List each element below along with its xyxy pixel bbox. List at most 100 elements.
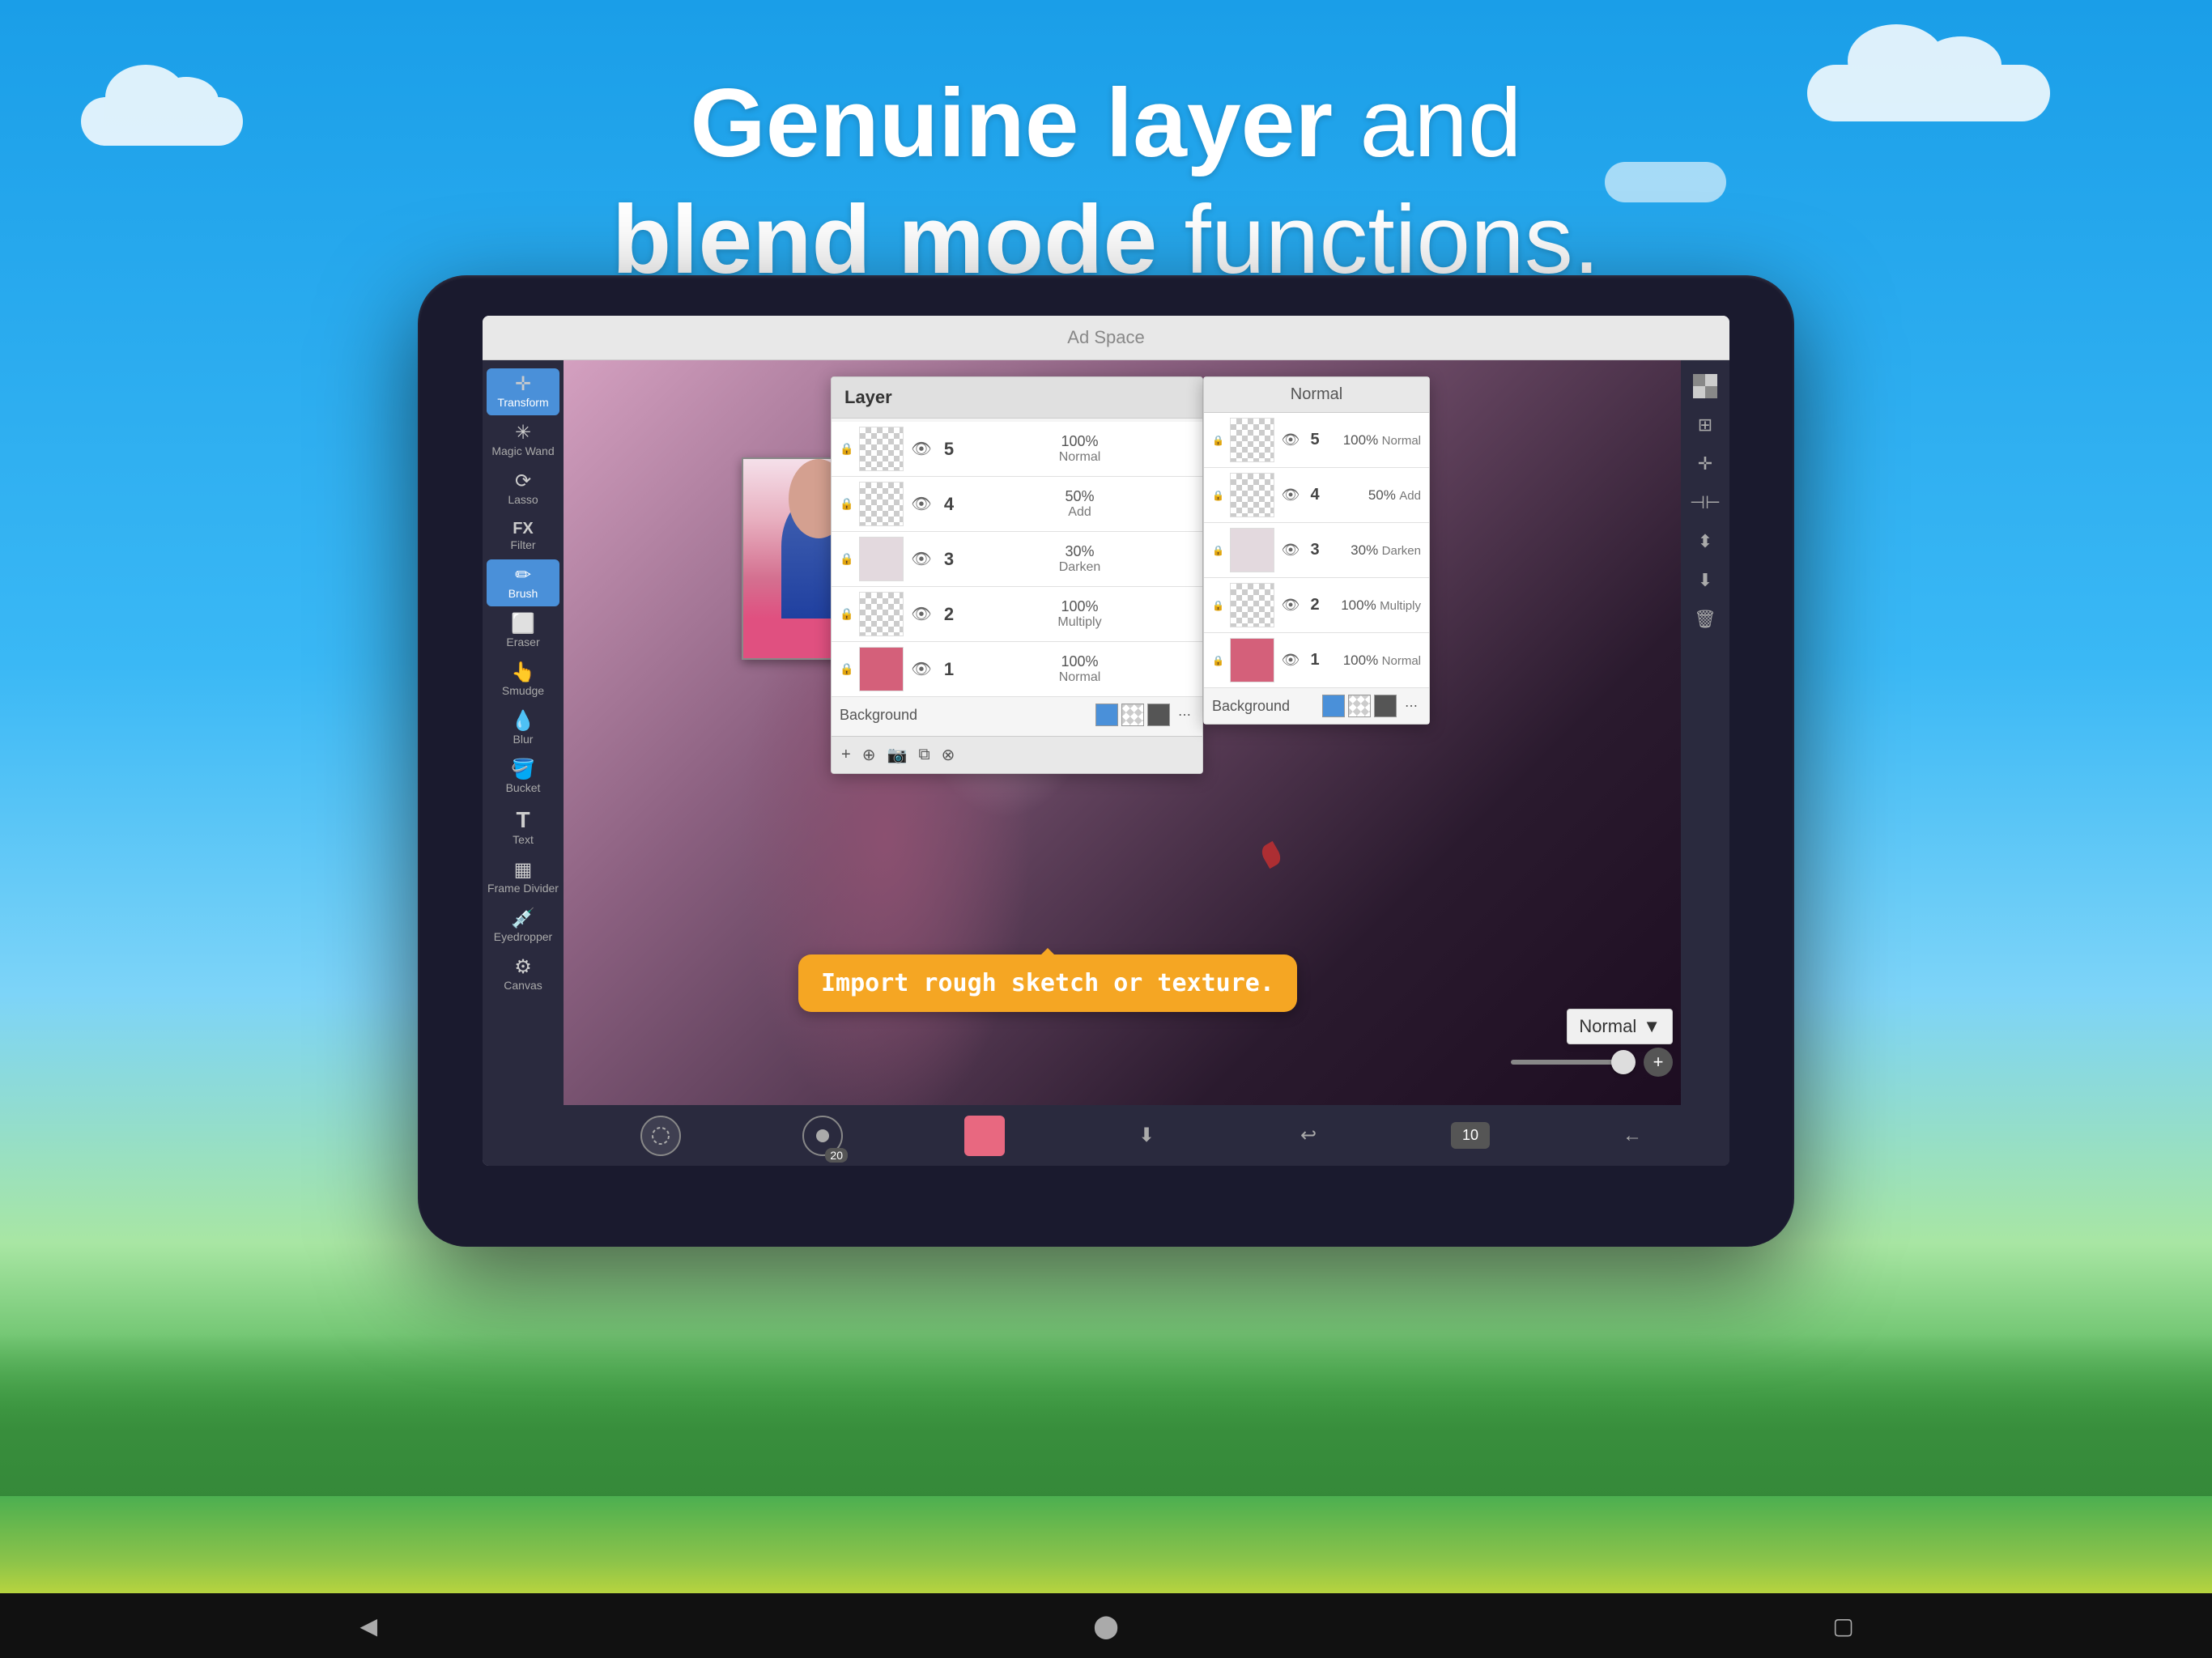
- tool-brush[interactable]: ✏ Brush: [487, 559, 559, 606]
- layer-4-eye-icon[interactable]: 👁: [910, 494, 933, 514]
- android-recent-button[interactable]: ▢: [1819, 1601, 1868, 1650]
- blend-layer-3[interactable]: 🔒 👁 3 30% Darken: [1204, 523, 1429, 578]
- color-swatch[interactable]: [964, 1116, 1005, 1156]
- flip-v-icon: ⬍: [1698, 531, 1712, 552]
- blend-4-eye-icon[interactable]: 👁: [1281, 487, 1300, 504]
- color-picker[interactable]: [962, 1113, 1007, 1158]
- tool-lasso[interactable]: ⟳ Lasso: [487, 466, 559, 512]
- layer-2-eye-icon[interactable]: 👁: [910, 604, 933, 624]
- blend-bg-box-blue[interactable]: [1322, 695, 1345, 717]
- layer-1-info: 100% Normal: [965, 653, 1194, 685]
- tool-frame-divider[interactable]: ▦ Frame Divider: [487, 854, 559, 901]
- bg-box-blue[interactable]: [1095, 704, 1118, 726]
- flip-v-tool[interactable]: ⬍: [1685, 524, 1725, 559]
- tool-eraser[interactable]: ⬜ Eraser: [487, 608, 559, 655]
- tool-smudge-label: Smudge: [502, 684, 544, 697]
- canvas-drawing-area[interactable]: Layer 🔒 👁 5 100% Normal: [564, 360, 1729, 1166]
- move-down-tool[interactable]: ⬇: [1685, 563, 1725, 598]
- layer-1-eye-icon[interactable]: 👁: [910, 659, 933, 679]
- layer-item-3[interactable]: 🔒 👁 3 30% Darken: [832, 532, 1202, 587]
- merge-layer-icon[interactable]: ⧉: [918, 746, 929, 764]
- transform-all-tool[interactable]: ✛: [1685, 446, 1725, 482]
- blend-5-lock-icon: 🔒: [1212, 435, 1223, 446]
- layer-5-eye-icon[interactable]: 👁: [910, 439, 933, 459]
- brush-selector[interactable]: [638, 1113, 683, 1158]
- opacity-slider[interactable]: +: [1511, 1048, 1673, 1077]
- bg-box-dark[interactable]: [1147, 704, 1170, 726]
- tool-magic-wand[interactable]: ✳ Magic Wand: [487, 417, 559, 464]
- blend-layer-4[interactable]: 🔒 👁 4 50% Add: [1204, 468, 1429, 523]
- checker-icon: [1693, 374, 1717, 398]
- blend-bg-box-dark[interactable]: [1374, 695, 1397, 717]
- eyedropper-icon: 💉: [511, 909, 535, 929]
- slider-thumb[interactable]: [1611, 1050, 1636, 1074]
- tool-transform[interactable]: ✛ Transform: [487, 368, 559, 415]
- blend-layer-1[interactable]: 🔒 👁 1 100% Normal: [1204, 633, 1429, 688]
- blend-1-eye-icon[interactable]: 👁: [1281, 652, 1300, 669]
- checker-tool[interactable]: [1685, 368, 1725, 404]
- tool-bucket[interactable]: 🪣 Bucket: [487, 754, 559, 801]
- blend-5-info: 100% Normal: [1329, 432, 1421, 449]
- page-number-button[interactable]: 10: [1448, 1113, 1493, 1158]
- android-back-button[interactable]: ◀: [344, 1601, 393, 1650]
- left-toolbar: ✛ Transform ✳ Magic Wand ⟳ Lasso FX Filt…: [483, 360, 564, 1166]
- tool-filter[interactable]: FX Filter: [487, 514, 559, 558]
- layer-item-5[interactable]: 🔒 👁 5 100% Normal: [832, 422, 1202, 477]
- layer-panel[interactable]: Layer 🔒 👁 5 100% Normal: [831, 376, 1203, 774]
- tool-canvas[interactable]: ⚙ Canvas: [487, 951, 559, 998]
- undo-button[interactable]: ↩: [1286, 1113, 1331, 1158]
- tool-eyedropper[interactable]: 💉 Eyedropper: [487, 903, 559, 950]
- layer-item-4[interactable]: 🔒 👁 4 50% Add: [832, 477, 1202, 532]
- blend-2-eye-icon[interactable]: 👁: [1281, 597, 1300, 614]
- bg-box-checker[interactable]: [1121, 704, 1144, 726]
- blend-5-eye-icon[interactable]: 👁: [1281, 432, 1300, 449]
- layer-2-blend: Multiply: [965, 615, 1194, 630]
- blend-layer-2[interactable]: 🔒 👁 2 100% Multiply: [1204, 578, 1429, 633]
- layer-4-opacity: 50%: [965, 488, 1194, 505]
- layer-2-number: 2: [939, 604, 959, 625]
- normal-dropdown[interactable]: Normal ▼: [1567, 1009, 1673, 1044]
- tool-text[interactable]: T Text: [487, 802, 559, 852]
- blend-4-number: 4: [1307, 486, 1323, 504]
- copy-move-tool[interactable]: ⊞: [1685, 407, 1725, 443]
- layer-3-eye-icon[interactable]: 👁: [910, 549, 933, 569]
- slider-track[interactable]: [1511, 1060, 1636, 1065]
- blend-bg-box-checker[interactable]: [1348, 695, 1371, 717]
- ad-space-label: Ad Space: [1067, 327, 1144, 348]
- download-button[interactable]: ⬇: [1124, 1113, 1169, 1158]
- blend-layer-5[interactable]: 🔒 👁 5 100% Normal: [1204, 413, 1429, 468]
- layer-item-1[interactable]: 🔒 👁 1 100% Normal: [832, 642, 1202, 697]
- brush-circle: [640, 1116, 681, 1156]
- blend-3-mode: Darken: [1382, 544, 1421, 558]
- tool-blur[interactable]: 💧 Blur: [487, 705, 559, 752]
- layer-item-2[interactable]: 🔒 👁 2 100% Multiply: [832, 587, 1202, 642]
- delete-layer-icon[interactable]: ⊗: [942, 745, 955, 765]
- blend-panel[interactable]: Normal 🔒 👁 5 100% Normal 🔒: [1203, 376, 1430, 725]
- flip-h-icon: ⊣⊢: [1690, 492, 1721, 513]
- tablet-screen[interactable]: Ad Space ✛ Transform ✳ Magic Wand ⟳ Lass…: [483, 316, 1729, 1166]
- android-recent-icon: ▢: [1832, 1613, 1853, 1639]
- blend-3-number: 3: [1307, 541, 1323, 559]
- background-row[interactable]: Background ⋯: [832, 697, 1202, 733]
- callout-tooltip: Import rough sketch or texture.: [798, 954, 1297, 1012]
- delete-tool[interactable]: 🗑: [1685, 602, 1725, 637]
- add-opacity-button[interactable]: +: [1644, 1048, 1673, 1077]
- layer-3-number: 3: [939, 549, 959, 570]
- tool-magic-wand-label: Magic Wand: [491, 444, 554, 457]
- blend-3-eye-icon[interactable]: 👁: [1281, 542, 1300, 559]
- import-layer-icon[interactable]: 📷: [887, 745, 907, 765]
- add-layer-copy-icon[interactable]: ⊕: [862, 745, 876, 765]
- ad-space-bar: Ad Space: [483, 316, 1729, 360]
- back-button[interactable]: ←: [1610, 1113, 1655, 1158]
- layer-4-number: 4: [939, 494, 959, 515]
- add-layer-icon[interactable]: +: [841, 746, 851, 764]
- bg-more-icon[interactable]: ⋯: [1175, 705, 1194, 725]
- flip-h-tool[interactable]: ⊣⊢: [1685, 485, 1725, 521]
- android-nav-bar: ◀ ⬤ ▢: [0, 1593, 2212, 1658]
- lasso-icon: ⟳: [515, 472, 531, 491]
- android-home-button[interactable]: ⬤: [1082, 1601, 1130, 1650]
- brush-size-tool[interactable]: 20: [800, 1113, 845, 1158]
- blend-background-row[interactable]: Background ⋯: [1204, 688, 1429, 724]
- tool-smudge[interactable]: 👆 Smudge: [487, 657, 559, 704]
- blend-bg-more-icon[interactable]: ⋯: [1402, 696, 1421, 716]
